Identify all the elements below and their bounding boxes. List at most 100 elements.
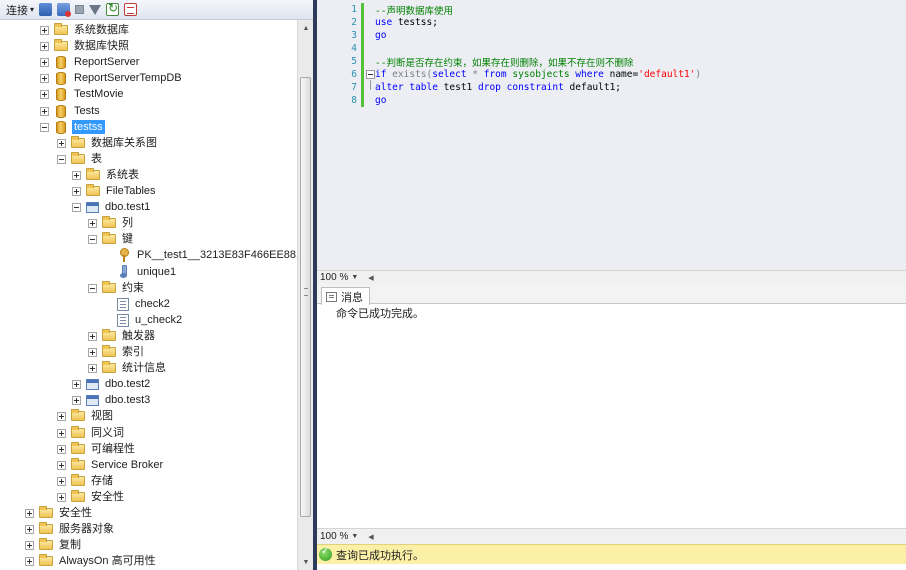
folder-icon <box>39 554 53 566</box>
tree-node[interactable]: 视图 <box>57 408 115 424</box>
chevron-down-icon: ▼ <box>351 533 359 540</box>
filter-icon[interactable] <box>89 4 102 15</box>
code-text: name= <box>603 69 639 80</box>
expand-icon[interactable] <box>72 170 81 180</box>
scroll-left-icon[interactable]: ◀ <box>368 274 373 282</box>
tree-node[interactable]: 安全性 <box>57 489 126 505</box>
expand-icon[interactable] <box>40 89 49 99</box>
tree-vertical-scrollbar[interactable]: ▲ ▼ <box>297 20 313 570</box>
tree-node[interactable]: 索引 <box>88 344 146 360</box>
collapse-icon[interactable] <box>72 202 81 212</box>
tree-node[interactable]: check2 <box>103 296 172 312</box>
disconnect-icon[interactable] <box>57 3 72 17</box>
tree-node-label: ReportServer <box>74 56 140 68</box>
tree-node[interactable]: FileTables <box>72 183 158 199</box>
connect-object-explorer-icon[interactable] <box>39 3 53 16</box>
folder-icon <box>71 474 85 486</box>
expand-icon[interactable] <box>40 73 49 83</box>
editor-zoom-dropdown[interactable]: 100 % ▼ <box>317 272 362 283</box>
stop-icon[interactable] <box>75 5 85 14</box>
expand-icon[interactable] <box>57 444 66 454</box>
query-editor[interactable]: 1 --声明数据库使用 2 use testss; 3 go 4 5 --判断是… <box>317 0 906 270</box>
tree-node[interactable]: 同义词 <box>57 425 126 441</box>
tree-node[interactable]: 键 <box>88 231 135 247</box>
expand-icon[interactable] <box>25 540 34 550</box>
expand-icon[interactable] <box>40 25 49 35</box>
expand-icon[interactable] <box>72 379 81 389</box>
tab-messages[interactable]: 消息 <box>321 287 370 305</box>
tree-node[interactable]: TestMovie <box>40 86 126 102</box>
summary-icon[interactable] <box>124 3 138 16</box>
tree-node[interactable]: ReportServer <box>40 54 141 70</box>
expand-icon[interactable] <box>57 428 66 438</box>
expand-icon[interactable] <box>88 218 97 228</box>
tree-node[interactable]: 安全性 <box>25 505 94 521</box>
expand-icon[interactable] <box>72 395 81 405</box>
expand-icon[interactable] <box>25 508 34 518</box>
scroll-up-icon[interactable]: ▲ <box>298 20 314 36</box>
tree-node[interactable]: 数据库快照 <box>40 38 131 54</box>
tree-node[interactable]: Service Broker <box>57 457 165 473</box>
tree-node-label: AlwaysOn 高可用性 <box>59 555 156 567</box>
scroll-left-icon[interactable]: ◀ <box>368 533 373 541</box>
tree-node[interactable]: 约束 <box>88 280 146 296</box>
tree-node[interactable]: dbo.test1 <box>72 199 152 215</box>
results-zoom-dropdown[interactable]: 100 % ▼ <box>317 531 362 542</box>
expand-icon[interactable] <box>88 331 97 341</box>
expand-icon[interactable] <box>57 460 66 470</box>
tree-node[interactable]: 服务器对象 <box>25 521 116 537</box>
tree-node[interactable]: 列 <box>88 215 135 231</box>
collapse-icon[interactable] <box>40 122 49 132</box>
tree-node[interactable]: unique1 <box>103 264 178 280</box>
expand-icon[interactable] <box>40 57 49 67</box>
collapse-icon[interactable] <box>57 154 66 164</box>
expand-icon[interactable] <box>57 411 66 421</box>
tree-node[interactable]: AlwaysOn 高可用性 <box>25 553 158 569</box>
comment-text: --声明数据库使用 <box>375 5 453 17</box>
database-icon <box>56 87 66 101</box>
refresh-icon[interactable] <box>106 1 120 16</box>
tree-node[interactable]: dbo.test3 <box>72 392 152 408</box>
tree-node[interactable]: Tests <box>40 103 102 119</box>
collapse-icon[interactable] <box>88 283 97 293</box>
expand-icon[interactable] <box>57 476 66 486</box>
tree-node-label: 数据库快照 <box>74 40 129 52</box>
expand-icon[interactable] <box>25 524 34 534</box>
tree-node[interactable]: testss <box>40 119 105 135</box>
expand-icon[interactable] <box>40 41 49 51</box>
folder-icon <box>71 426 85 438</box>
tree-node[interactable]: 存储 <box>57 473 115 489</box>
unique-key-icon <box>120 265 128 279</box>
expand-icon[interactable] <box>57 138 66 148</box>
editor-zoom-bar: 100 % ▼ ◀ <box>317 270 906 284</box>
connect-dropdown[interactable]: 连接 ▾ <box>6 2 34 18</box>
scrollbar-thumb[interactable] <box>300 77 311 517</box>
tree-node[interactable]: 可编程性 <box>57 441 137 457</box>
tree-node[interactable]: 统计信息 <box>88 360 168 376</box>
tree-node[interactable]: 触发器 <box>88 328 157 344</box>
tree-node[interactable]: PK__test1__3213E83F466EE881 <box>103 247 297 263</box>
tree-node-label: unique1 <box>137 266 177 278</box>
tree-node[interactable]: u_check2 <box>103 312 184 328</box>
tree-node[interactable]: 系统表 <box>72 167 141 183</box>
tree-node[interactable]: 表 <box>57 151 104 167</box>
tree-node[interactable]: dbo.test2 <box>72 376 152 392</box>
expand-icon[interactable] <box>57 492 66 502</box>
tree-node-label: 可编程性 <box>91 443 135 455</box>
expand-icon[interactable] <box>72 186 81 196</box>
tree-node[interactable]: 数据库关系图 <box>57 135 159 151</box>
object-explorer-toolbar: 连接 ▾ <box>0 0 313 20</box>
expand-icon[interactable] <box>88 347 97 357</box>
keyword: alter <box>375 82 404 93</box>
tree-node[interactable]: 系统数据库 <box>40 22 131 38</box>
scroll-down-icon[interactable]: ▼ <box>298 554 314 570</box>
expand-icon[interactable] <box>25 556 34 566</box>
folder-icon <box>102 232 116 244</box>
tree-node[interactable]: ReportServerTempDB <box>40 70 184 86</box>
expand-icon[interactable] <box>40 106 49 116</box>
folder-icon <box>102 361 116 373</box>
collapse-icon[interactable] <box>366 70 375 79</box>
expand-icon[interactable] <box>88 363 97 373</box>
tree-node[interactable]: 复制 <box>25 537 83 553</box>
collapse-icon[interactable] <box>88 234 97 244</box>
